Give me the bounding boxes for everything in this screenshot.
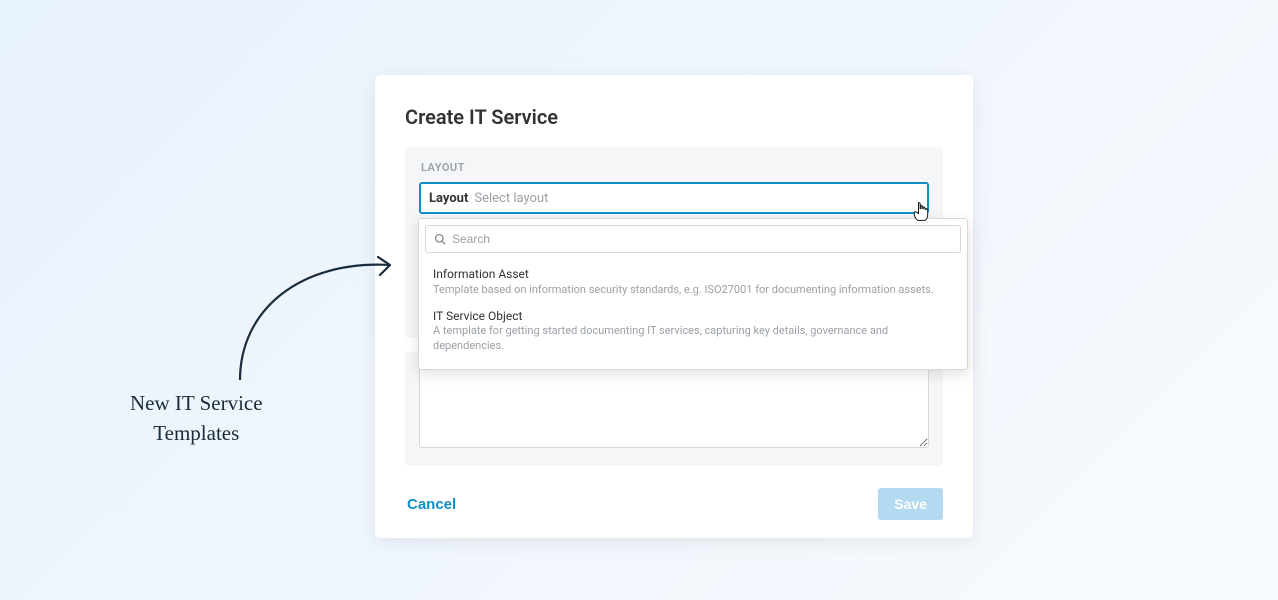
dropdown-search-wrapper[interactable]: [425, 225, 961, 253]
description-textarea[interactable]: [419, 366, 929, 448]
layout-section-label: LAYOUT: [419, 161, 929, 174]
dropdown-option-information-asset[interactable]: Information Asset Template based on info…: [427, 263, 959, 301]
layout-select[interactable]: Layout Select layout: [419, 182, 929, 214]
annotation-text: New IT Service Templates: [130, 388, 263, 449]
option-title: Information Asset: [433, 267, 953, 283]
option-desc: A template for getting started documenti…: [433, 324, 953, 353]
cancel-button[interactable]: Cancel: [405, 490, 458, 519]
dropdown-option-it-service-object[interactable]: IT Service Object A template for getting…: [427, 305, 959, 357]
layout-field-label: Layout: [429, 191, 468, 206]
annotation-line-2: Templates: [130, 418, 263, 448]
save-button[interactable]: Save: [878, 488, 943, 520]
dropdown-options: Information Asset Template based on info…: [425, 259, 961, 363]
modal-title: Create IT Service: [405, 105, 943, 129]
option-desc: Template based on information security s…: [433, 283, 953, 297]
modal-footer: Cancel Save: [405, 484, 943, 520]
layout-field-placeholder: Select layout: [474, 191, 548, 206]
layout-dropdown-panel: Information Asset Template based on info…: [418, 218, 968, 370]
annotation-line-1: New IT Service: [130, 388, 263, 418]
option-title: IT Service Object: [433, 309, 953, 325]
search-icon: [434, 233, 446, 245]
dropdown-search-input[interactable]: [452, 232, 952, 246]
